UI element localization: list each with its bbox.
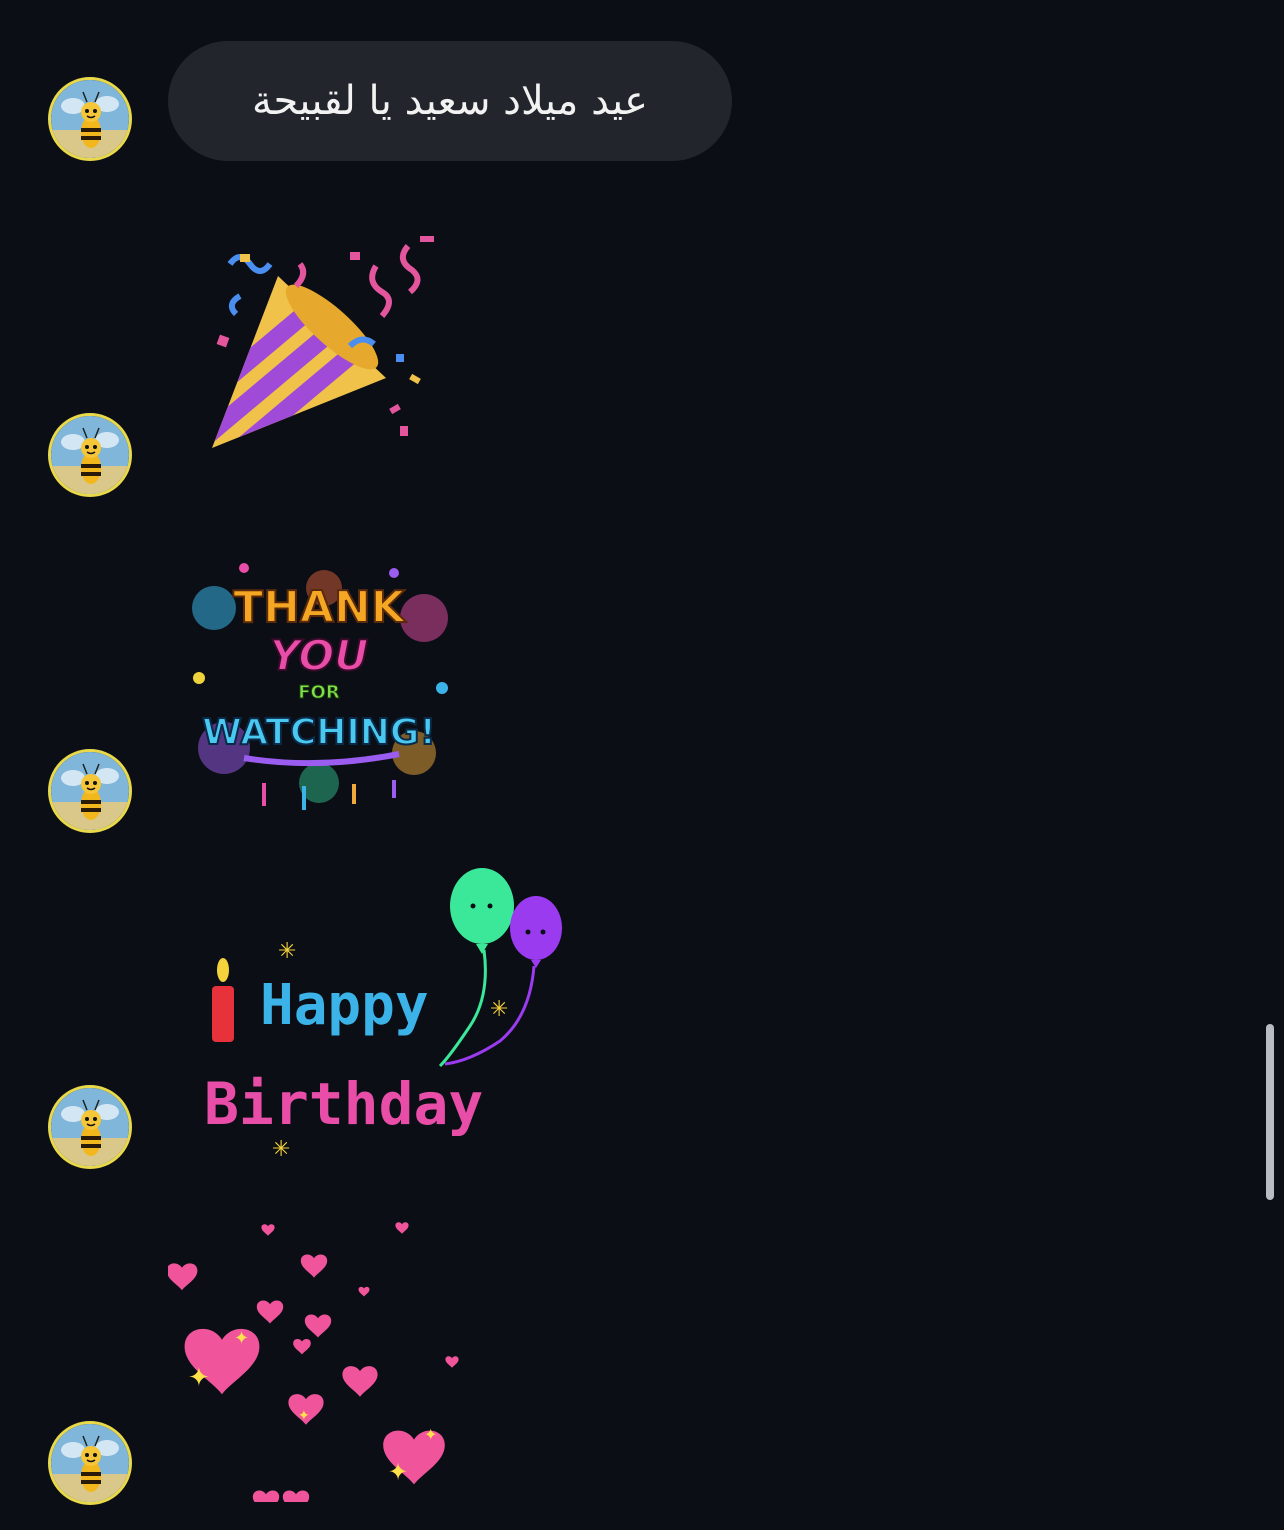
thank-you-sticker[interactable]: THANK YOU FOR WATCHING!: [184, 548, 454, 814]
sticker-line-watching: WATCHING!: [202, 712, 436, 753]
sender-avatar[interactable]: [48, 413, 132, 497]
svg-text:✳: ✳: [490, 997, 508, 1022]
chat-thread: عيد ميلاد سعيد يا لقبيحة THANK YOU FOR W…: [0, 0, 1284, 1530]
happy-birthday-sticker[interactable]: Happy Birthday ✳ ✳ ✳: [200, 866, 570, 1166]
scrollbar-thumb[interactable]: [1266, 1024, 1274, 1200]
svg-text:✳: ✳: [278, 939, 296, 964]
bee-avatar-icon: [51, 80, 129, 158]
sticker-line-birthday: Birthday: [204, 1070, 483, 1138]
sender-avatar[interactable]: [48, 1421, 132, 1505]
party-popper-sticker[interactable]: [200, 236, 450, 462]
bee-avatar-icon: [51, 1424, 129, 1502]
message-bubble[interactable]: عيد ميلاد سعيد يا لقبيحة: [168, 41, 732, 161]
bee-avatar-icon: [51, 1088, 129, 1166]
svg-text:✦: ✦: [188, 1363, 210, 1393]
sticker-line-happy: Happy: [260, 973, 429, 1038]
sticker-line-for: FOR: [298, 682, 340, 703]
sender-avatar[interactable]: [48, 1085, 132, 1169]
sender-avatar[interactable]: [48, 749, 132, 833]
party-popper-icon: [212, 236, 434, 448]
svg-text:✳: ✳: [272, 1137, 290, 1162]
hearts-sticker[interactable]: ✦ ✦ ✦ ✦ ✦: [168, 1210, 468, 1502]
sticker-line-you: YOU: [270, 631, 369, 680]
floating-hearts-icon: ✦ ✦ ✦ ✦ ✦: [168, 1222, 459, 1502]
message-text: عيد ميلاد سعيد يا لقبيحة: [252, 78, 648, 124]
svg-text:✦: ✦: [234, 1328, 249, 1349]
bee-avatar-icon: [51, 752, 129, 830]
svg-text:✦: ✦: [298, 1408, 310, 1424]
thank-you-graffiti-icon: THANK YOU FOR WATCHING!: [192, 563, 448, 810]
svg-text:✦: ✦: [388, 1458, 408, 1486]
sticker-line-thank: THANK: [233, 582, 407, 633]
happy-birthday-balloons-icon: Happy Birthday ✳ ✳ ✳: [204, 868, 562, 1162]
sender-avatar[interactable]: [48, 77, 132, 161]
bee-avatar-icon: [51, 416, 129, 494]
svg-text:✦: ✦: [424, 1425, 437, 1444]
